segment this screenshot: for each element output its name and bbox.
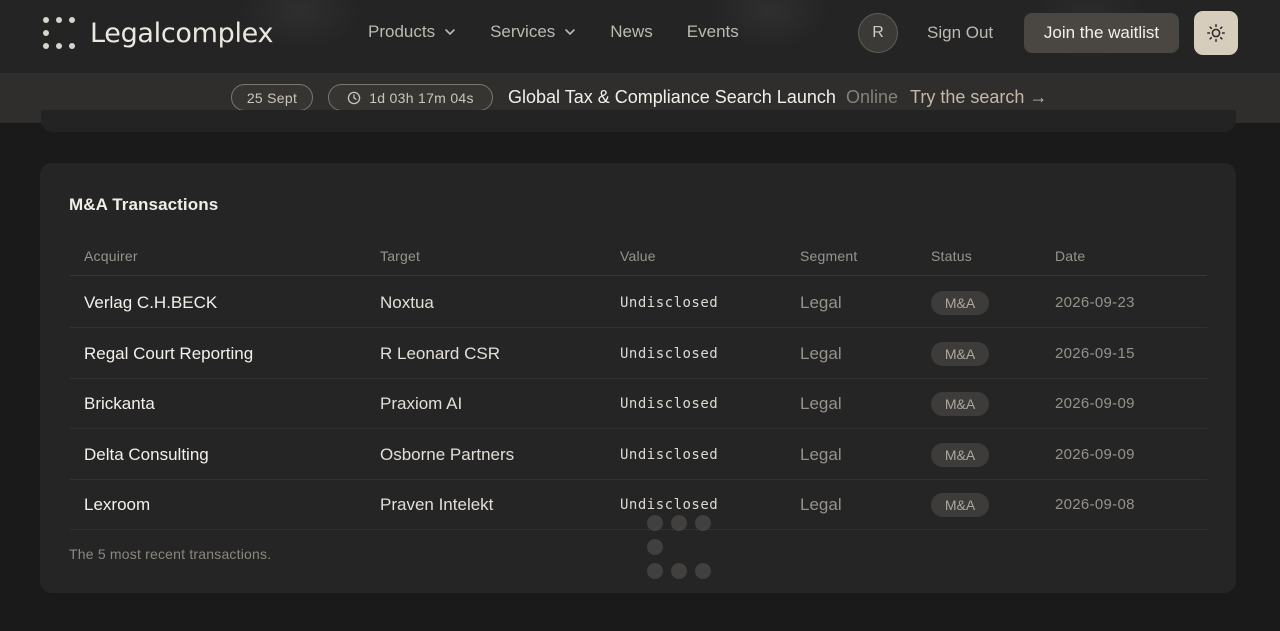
- cell-acquirer: Regal Court Reporting: [84, 343, 254, 363]
- table-footnote: The 5 most recent transactions.: [69, 546, 272, 562]
- cell-segment: Legal: [800, 343, 842, 363]
- cell-acquirer: Lexroom: [84, 495, 151, 515]
- column-header-acquirer: Acquirer: [84, 248, 138, 264]
- cell-target: Osborne Partners: [380, 444, 515, 464]
- status-badge: M&A: [931, 392, 989, 417]
- column-header-target: Target: [380, 248, 421, 264]
- table-row[interactable]: Delta Consulting Osborne Partners Undisclo…: [70, 429, 1207, 480]
- cell-date: 2026-09-23: [1055, 294, 1135, 311]
- column-header-segment: Segment: [800, 248, 858, 264]
- top-navbar: Legalcomplex Products Services News Even…: [0, 0, 1280, 73]
- sun-icon: [1207, 24, 1225, 42]
- cell-date: 2026-09-15: [1055, 344, 1135, 362]
- cell-acquirer: Brickanta: [84, 394, 155, 414]
- sign-out-link[interactable]: Sign Out: [927, 23, 993, 43]
- card-title: M&A Transactions: [69, 195, 219, 214]
- join-waitlist-button[interactable]: Join the waitlist: [1024, 13, 1179, 53]
- cell-date: 2026-09-09: [1055, 445, 1135, 463]
- nav-item-label: Services: [490, 22, 556, 41]
- logo-text: Legalcomplex: [90, 17, 274, 49]
- nav-item-products[interactable]: Products: [368, 22, 456, 42]
- clock-icon: [347, 91, 361, 104]
- cell-date: 2026-09-08: [1055, 496, 1135, 514]
- loading-spinner-icon: [640, 508, 720, 588]
- status-badge: M&A: [931, 442, 989, 467]
- countdown-badge: 1d 03h 17m 04s: [328, 84, 493, 111]
- cell-target: R Leonard CSR: [380, 343, 501, 363]
- cell-segment: Legal: [800, 394, 842, 414]
- nav-item-services[interactable]: Services: [490, 22, 576, 42]
- user-avatar[interactable]: R: [858, 13, 898, 53]
- nav-item-label: Events: [686, 22, 739, 41]
- nav-item-news[interactable]: News: [610, 22, 653, 42]
- cell-segment: Legal: [800, 293, 842, 312]
- nav-item-label: Products: [368, 22, 436, 41]
- status-badge: M&A: [931, 291, 989, 315]
- cell-target: Praven Intelekt: [380, 495, 494, 515]
- cell-acquirer: Delta Consulting: [84, 444, 209, 464]
- table-header: Acquirer Target Value Segment Status Dat…: [70, 247, 1207, 276]
- nav-item-label: News: [610, 22, 653, 41]
- column-header-value: Value: [620, 248, 656, 264]
- main-nav: Products Services News Events: [368, 22, 773, 42]
- status-badge: M&A: [931, 493, 989, 518]
- logo[interactable]: Legalcomplex: [42, 16, 273, 50]
- countdown-text: 1d 03h 17m 04s: [369, 89, 474, 106]
- cell-value: Undisclosed: [620, 446, 719, 463]
- column-header-date: Date: [1055, 248, 1086, 264]
- cell-target: Praxiom AI: [380, 394, 463, 414]
- cell-date: 2026-09-09: [1055, 395, 1135, 413]
- cell-value: Undisclosed: [620, 295, 719, 311]
- cell-segment: Legal: [800, 444, 842, 464]
- table-row[interactable]: Brickanta Praxiom AI Undisclosed Legal 2026-…: [70, 378, 1207, 430]
- chevron-down-icon: [445, 29, 455, 36]
- cell-value: Undisclosed: [620, 345, 719, 362]
- cell-acquirer: Verlag C.H.BECK: [84, 293, 218, 312]
- column-header-status: Status: [931, 248, 972, 264]
- nav-item-events[interactable]: Events: [687, 22, 739, 42]
- table-row[interactable]: Lexroom Praven Intelekt Undisclosed Legal 20…: [70, 479, 1207, 531]
- previous-card-edge: [41, 110, 1236, 132]
- cell-target: Noxtua: [380, 293, 434, 312]
- chevron-down-icon: [565, 29, 576, 36]
- ma-transactions-card: M&A Transactions Acquirer Target Value S…: [40, 163, 1236, 593]
- announcement-title: Global Tax & Compliance Search Launch: [508, 87, 836, 107]
- logo-dots-icon: [42, 16, 76, 50]
- event-status: Online: [846, 87, 899, 107]
- event-date-badge: 25 Sept: [231, 84, 313, 111]
- table-row[interactable]: Verlag C.H.BECK Noxtua Undisclosed Legal 202…: [70, 277, 1207, 328]
- cell-segment: Legal: [800, 495, 842, 515]
- theme-toggle-button[interactable]: [1194, 11, 1238, 55]
- try-search-link[interactable]: Try the search →: [910, 87, 1047, 108]
- cell-value: Undisclosed: [620, 396, 719, 413]
- table-row[interactable]: Regal Court Reporting R Leonard CSR Undisc…: [70, 328, 1207, 379]
- status-badge: M&A: [931, 341, 989, 366]
